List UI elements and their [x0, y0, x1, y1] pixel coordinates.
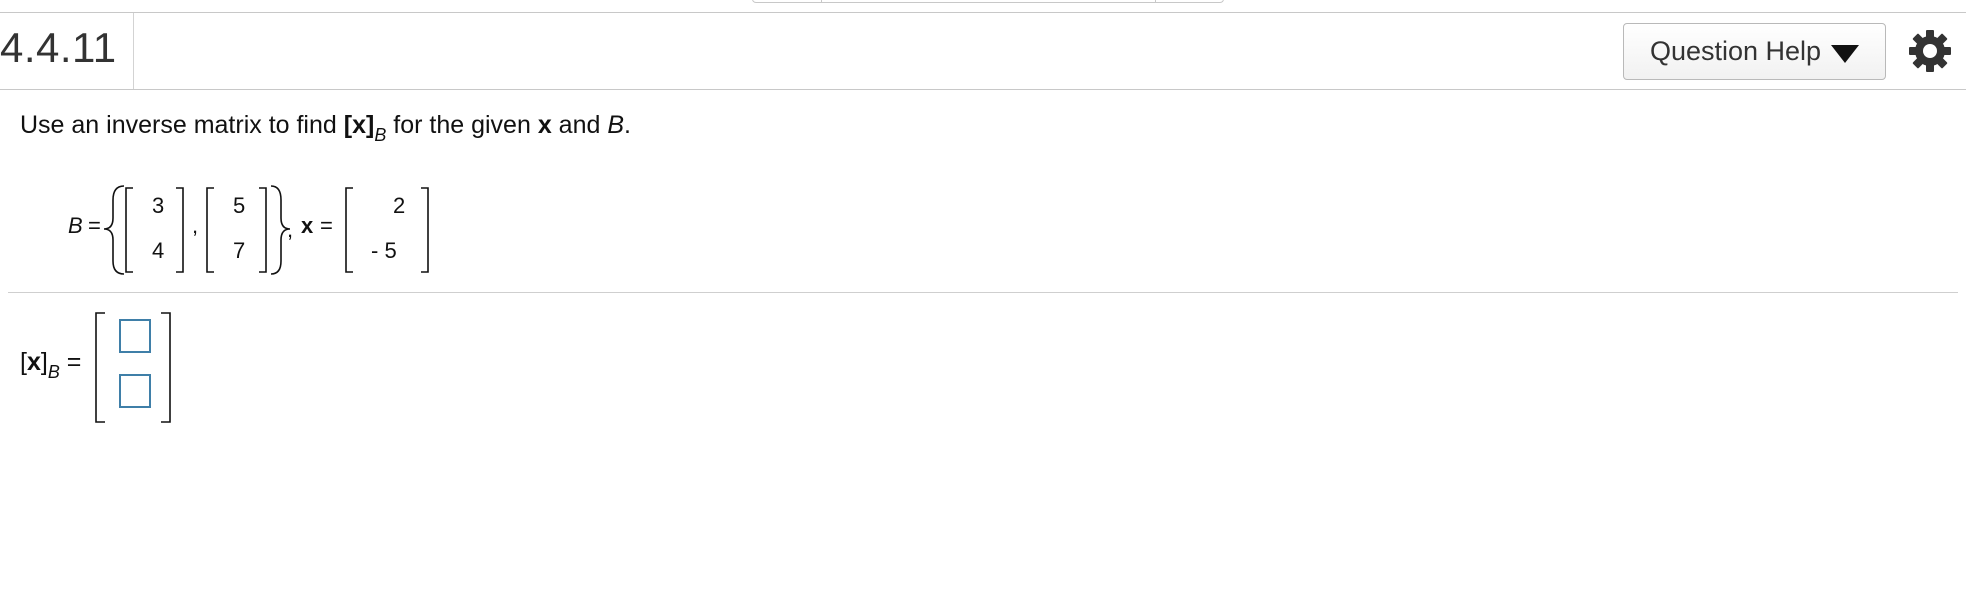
x-equals: =	[320, 213, 333, 238]
question-number: 4.4.11	[0, 24, 117, 71]
triangle-down-icon	[1831, 44, 1860, 63]
question-help-label: Question Help	[1649, 36, 1822, 66]
given-expressions: B = 3 4 , 5 7 , x = 2 - 5	[0, 180, 460, 280]
question-help-button[interactable]: Question Help	[1623, 23, 1886, 80]
answer-entry-2-input[interactable]	[119, 374, 151, 408]
top-divider	[0, 12, 1966, 13]
x-entry-2: - 5	[371, 238, 397, 263]
answer-divider	[8, 292, 1958, 293]
answer-entry-1-input[interactable]	[119, 319, 151, 353]
set-comma: ,	[287, 217, 294, 242]
x-entry-1: 2	[393, 193, 406, 218]
header-divider	[0, 89, 1966, 90]
question-prompt: Use an inverse matrix to find [x]B for t…	[20, 111, 631, 145]
top-tab-strip	[752, 0, 1224, 3]
header-vertical-divider	[133, 13, 134, 89]
vector-separator-comma: ,	[192, 213, 199, 238]
gear-icon[interactable]	[1909, 30, 1951, 72]
vector2-entry-1: 5	[233, 193, 246, 218]
answer-label: [x]B =	[20, 348, 82, 382]
vector1-entry-2: 4	[152, 238, 165, 263]
bracket-graphics	[103, 185, 429, 275]
x-label: x	[301, 213, 314, 238]
vector1-entry-1: 3	[152, 193, 165, 218]
vector2-entry-2: 7	[233, 238, 246, 263]
